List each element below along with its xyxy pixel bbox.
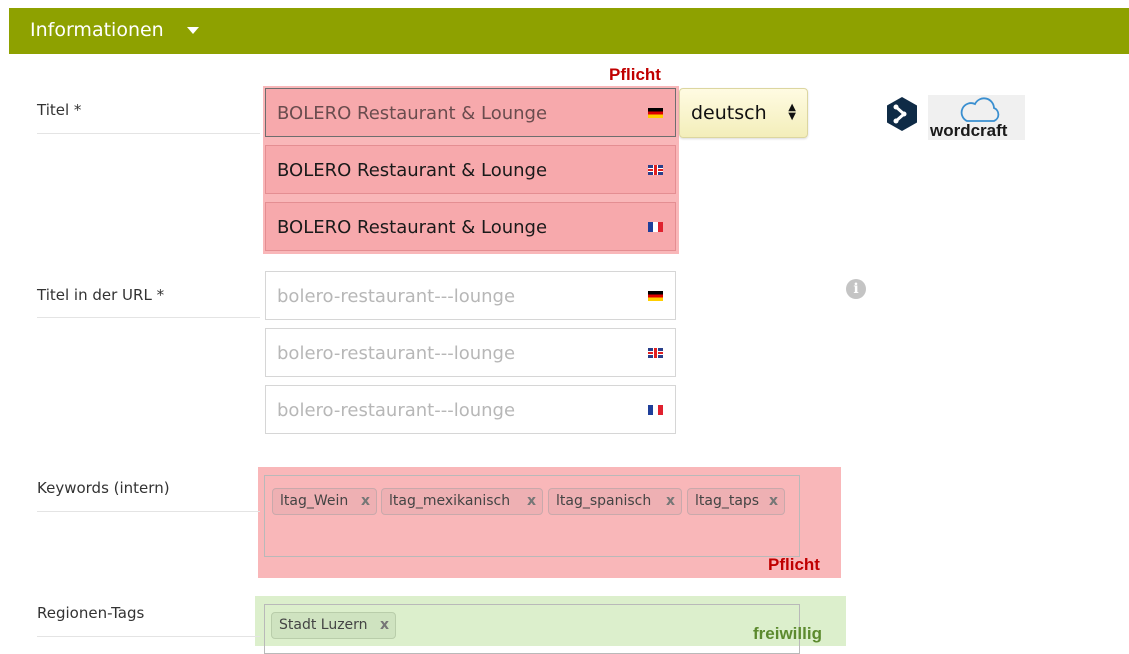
required-tag-title: Pflicht <box>609 65 661 84</box>
url-input-fr[interactable]: bolero-restaurant---lounge <box>265 385 676 434</box>
flag-gb-icon <box>648 165 663 175</box>
flag-fr-icon <box>648 405 663 415</box>
remove-tag-icon[interactable]: x <box>769 493 778 509</box>
label-titel: Titel * <box>37 101 82 119</box>
url-placeholder-en: bolero-restaurant---lounge <box>277 343 516 364</box>
section-title: Informationen <box>30 19 164 41</box>
keyword-tag: ltag_mexikanisch x <box>381 488 543 515</box>
title-input-fr[interactable]: BOLERO Restaurant & Lounge <box>265 202 676 251</box>
separator <box>37 636 260 637</box>
title-value-fr: BOLERO Restaurant & Lounge <box>277 217 548 238</box>
cloud-icon <box>960 97 1000 122</box>
keyword-tag: ltag_taps x <box>687 488 785 515</box>
label-regions: Regionen-Tags <box>37 604 145 622</box>
wordcraft-logo[interactable]: wordcraft <box>928 95 1025 140</box>
keyword-tag: ltag_spanisch x <box>548 488 682 515</box>
flag-de-icon <box>648 291 663 301</box>
title-value-en: BOLERO Restaurant & Lounge <box>277 160 548 181</box>
url-input-en[interactable]: bolero-restaurant---lounge <box>265 328 676 377</box>
section-header[interactable]: Informationen <box>9 8 1129 54</box>
remove-tag-icon[interactable]: x <box>380 617 389 633</box>
url-placeholder-fr: bolero-restaurant---lounge <box>277 400 516 421</box>
wordcraft-label: wordcraft <box>930 121 1008 140</box>
url-input-de[interactable]: bolero-restaurant---lounge <box>265 271 676 320</box>
title-value-de: BOLERO Restaurant & Lounge <box>277 103 548 124</box>
label-keywords: Keywords (intern) <box>37 479 170 497</box>
caret-down-icon[interactable] <box>187 27 199 34</box>
url-placeholder-de: bolero-restaurant---lounge <box>277 286 516 307</box>
optional-tag-regions: freiwillig <box>753 624 822 643</box>
remove-tag-icon[interactable]: x <box>527 493 536 509</box>
info-icon[interactable]: i <box>846 279 866 299</box>
title-input-en[interactable]: BOLERO Restaurant & Lounge <box>265 145 676 194</box>
keyword-tag: ltag_Wein x <box>272 488 377 515</box>
flag-de-icon <box>648 108 663 118</box>
remove-tag-icon[interactable]: x <box>666 493 675 509</box>
deepl-translate-icon[interactable] <box>884 96 920 132</box>
select-arrows-icon: ▲ ▼ <box>788 102 796 122</box>
label-url-title: Titel in der URL * <box>37 286 165 304</box>
separator <box>37 317 260 318</box>
remove-tag-icon[interactable]: x <box>361 493 370 509</box>
title-input-de[interactable]: BOLERO Restaurant & Lounge <box>265 88 676 137</box>
flag-gb-icon <box>648 348 663 358</box>
required-tag-keywords: Pflicht <box>768 555 820 574</box>
language-select[interactable]: deutsch ▲ ▼ <box>679 88 808 138</box>
flag-fr-icon <box>648 222 663 232</box>
region-tag: Stadt Luzern x <box>271 612 396 639</box>
separator <box>37 133 260 134</box>
language-select-value: deutsch <box>691 102 767 124</box>
separator <box>37 511 260 512</box>
